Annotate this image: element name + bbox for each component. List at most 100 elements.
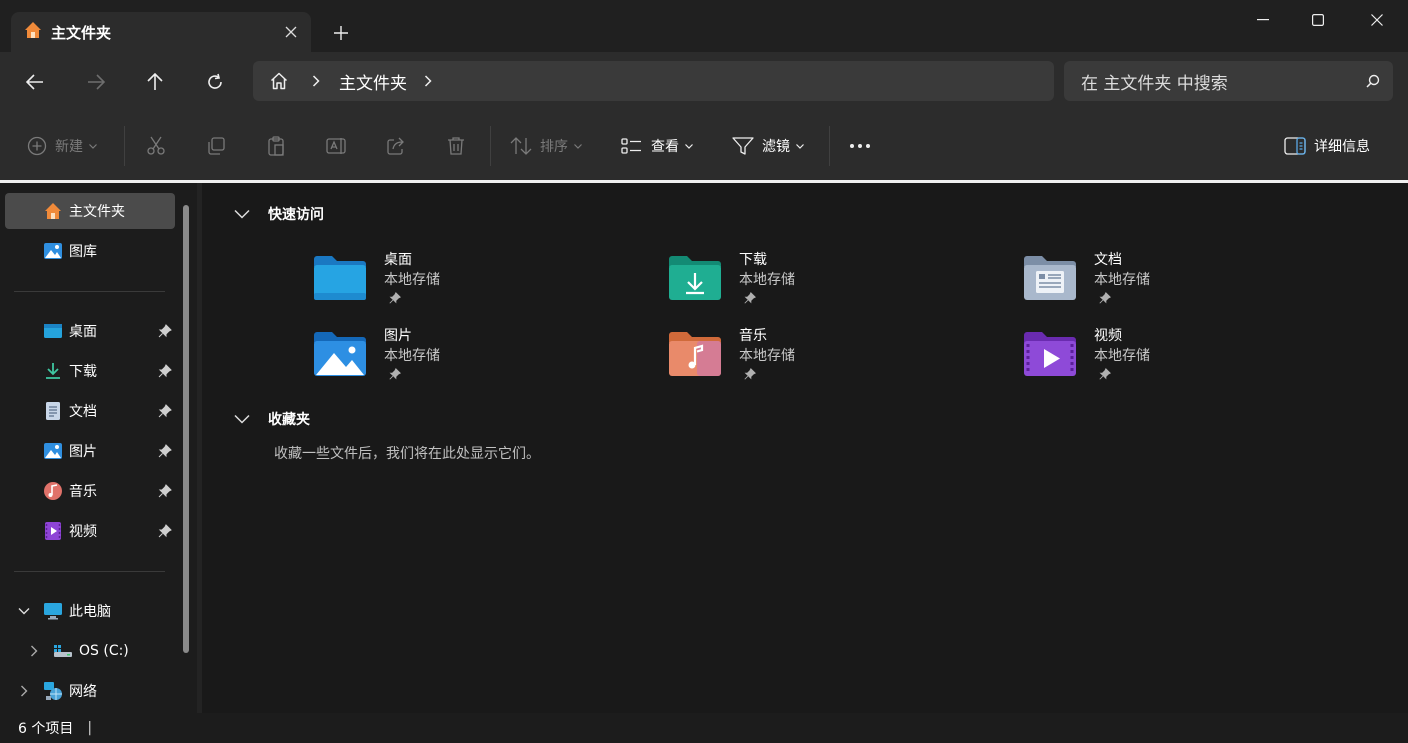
pin-icon[interactable]: [157, 363, 173, 379]
section-favorites[interactable]: 收藏夹: [234, 407, 310, 431]
sidebar-item-gallery[interactable]: 图库: [5, 233, 175, 269]
quick-access-downloads[interactable]: 下载 本地存储: [667, 249, 967, 313]
sidebar-item-videos[interactable]: 视频: [5, 513, 175, 549]
chevron-right-icon[interactable]: [17, 684, 31, 698]
sidebar-item-network[interactable]: 网络: [5, 673, 175, 709]
filter-button[interactable]: 滤镜: [732, 129, 804, 163]
tab-home[interactable]: 主文件夹: [11, 12, 311, 52]
chevron-down-icon[interactable]: [17, 604, 31, 618]
sidebar-item-documents[interactable]: 文档: [5, 393, 175, 429]
sidebar-item-drive-c[interactable]: OS (C:): [5, 633, 175, 669]
search-input[interactable]: 在 主文件夹 中搜索: [1064, 61, 1393, 101]
chevron-down-icon[interactable]: [234, 209, 250, 219]
chevron-right-icon[interactable]: [27, 644, 41, 658]
tab-title: 主文件夹: [51, 23, 112, 42]
section-title: 收藏夹: [268, 412, 310, 428]
details-pane-button[interactable]: 详细信息: [1284, 129, 1370, 163]
navigation-pane: 主文件夹 图库 桌面 下载 文档 图片 音乐 视频 此电脑 OS (C:) 网络: [0, 183, 197, 713]
rename-icon[interactable]: [326, 129, 348, 163]
refresh-icon[interactable]: [195, 62, 235, 102]
forward-icon[interactable]: [76, 62, 116, 102]
quick-access-location: 本地存储: [739, 272, 795, 288]
sidebar-item-pictures[interactable]: 图片: [5, 433, 175, 469]
sidebar-item-label: 图片: [69, 444, 97, 460]
delete-icon[interactable]: [446, 129, 466, 163]
address-bar[interactable]: 主文件夹: [253, 61, 1054, 101]
minimize-icon[interactable]: [1233, 0, 1293, 40]
quick-access-music[interactable]: 音乐 本地存储: [667, 325, 967, 389]
pin-icon[interactable]: [157, 323, 173, 339]
section-title: 快速访问: [268, 207, 324, 223]
sidebar-item-label: 视频: [69, 524, 97, 540]
chevron-right-icon[interactable]: [305, 61, 327, 101]
new-button[interactable]: 新建: [27, 129, 97, 163]
new-tab-icon[interactable]: [322, 14, 360, 52]
breadcrumb-home[interactable]: 主文件夹: [327, 69, 417, 94]
sidebar-item-downloads[interactable]: 下载: [5, 353, 175, 389]
view-label: 查看: [651, 139, 679, 155]
cut-icon[interactable]: [146, 129, 166, 163]
share-icon[interactable]: [386, 129, 406, 163]
status-bar: 6 个项目 |: [0, 713, 1408, 743]
quick-access-location: 本地存储: [384, 348, 440, 364]
chevron-down-icon: [574, 143, 582, 149]
quick-access-name: 下载: [739, 252, 767, 268]
pin-icon: [1099, 368, 1111, 380]
sidebar-item-label: 此电脑: [69, 604, 111, 620]
desktop-folder-icon: [314, 256, 366, 300]
address-home-icon[interactable]: [253, 61, 305, 101]
music-folder-icon: [669, 332, 721, 376]
pin-icon[interactable]: [157, 443, 173, 459]
divider: [490, 126, 491, 166]
more-options-icon[interactable]: [849, 129, 871, 163]
home-icon: [23, 20, 43, 44]
music-icon: [43, 481, 63, 501]
sort-label: 排序: [540, 139, 568, 155]
sidebar-scrollbar[interactable]: [183, 205, 189, 653]
pin-icon[interactable]: [157, 483, 173, 499]
sidebar-item-desktop[interactable]: 桌面: [5, 313, 175, 349]
chevron-right-icon[interactable]: [417, 61, 439, 101]
view-icon: [621, 138, 641, 154]
copy-icon[interactable]: [206, 129, 226, 163]
quick-access-pictures[interactable]: 图片 本地存储: [312, 325, 612, 389]
gallery-icon: [43, 241, 63, 261]
close-icon[interactable]: [1347, 0, 1407, 40]
section-quick-access[interactable]: 快速访问: [234, 202, 324, 226]
quick-access-documents[interactable]: 文档 本地存储: [1022, 249, 1322, 313]
pin-icon: [744, 292, 756, 304]
paste-icon[interactable]: [266, 129, 286, 163]
new-label: 新建: [55, 139, 83, 155]
pin-icon[interactable]: [157, 523, 173, 539]
sidebar-item-this-pc[interactable]: 此电脑: [5, 593, 175, 629]
quick-access-name: 音乐: [739, 328, 767, 344]
sidebar-item-music[interactable]: 音乐: [5, 473, 175, 509]
sidebar-divider: [14, 291, 165, 292]
drive-icon: [53, 641, 73, 661]
quick-access-location: 本地存储: [384, 272, 440, 288]
pictures-icon: [43, 441, 63, 461]
view-button[interactable]: 查看: [621, 129, 693, 163]
sidebar-item-home[interactable]: 主文件夹: [5, 193, 175, 229]
sidebar-item-label: 下载: [69, 364, 97, 380]
documents-folder-icon: [1024, 256, 1076, 300]
address-row: 主文件夹 在 主文件夹 中搜索: [0, 52, 1408, 112]
search-placeholder: 在 主文件夹 中搜索: [1081, 73, 1228, 94]
quick-access-videos[interactable]: 视频 本地存储: [1022, 325, 1322, 389]
quick-access-name: 图片: [384, 328, 412, 344]
search-icon[interactable]: [1353, 74, 1393, 88]
chevron-down-icon[interactable]: [234, 414, 250, 424]
quick-access-name: 文档: [1094, 252, 1122, 268]
sidebar-item-label: OS (C:): [79, 643, 129, 659]
quick-access-desktop[interactable]: 桌面 本地存储: [312, 249, 612, 313]
tab-close-icon[interactable]: [271, 12, 311, 52]
sidebar-item-label: 主文件夹: [69, 204, 125, 220]
sort-button[interactable]: 排序: [510, 129, 582, 163]
up-icon[interactable]: [135, 62, 175, 102]
quick-access-name: 桌面: [384, 252, 412, 268]
back-icon[interactable]: [15, 62, 55, 102]
maximize-icon[interactable]: [1288, 0, 1348, 40]
quick-access-location: 本地存储: [1094, 348, 1150, 364]
video-icon: [43, 521, 63, 541]
pin-icon[interactable]: [157, 403, 173, 419]
